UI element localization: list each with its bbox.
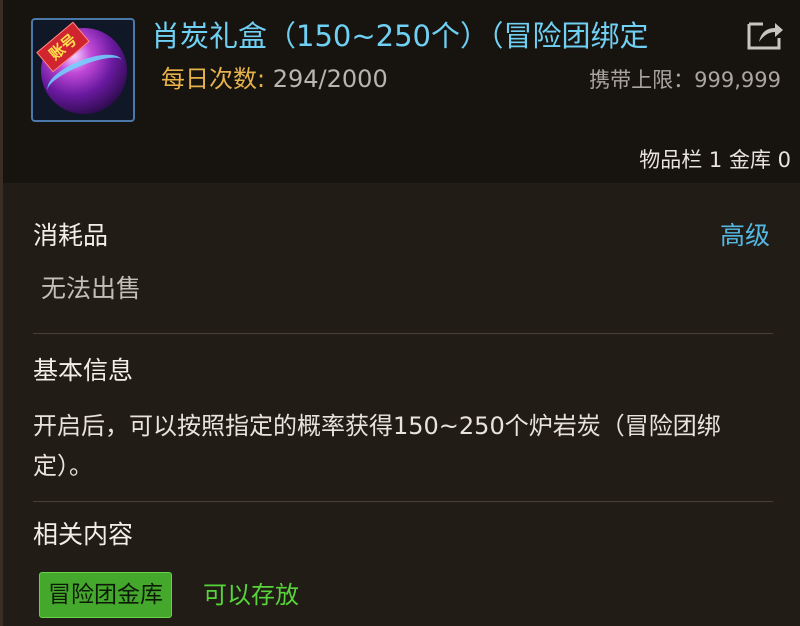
tooltip-header: 账号 肖炭礼盒（150~250个）（冒险团绑定 每日次数: 294/2000 携… bbox=[3, 0, 800, 183]
daily-uses: 每日次数: 294/2000 bbox=[161, 64, 388, 94]
daily-uses-label: 每日次数: bbox=[161, 65, 266, 93]
item-icon-frame[interactable]: 账号 bbox=[31, 18, 135, 122]
basic-info-heading: 基本信息 bbox=[33, 356, 134, 385]
storage-count: 物品栏 1 金库 0 bbox=[639, 148, 791, 172]
item-category: 消耗品 bbox=[33, 221, 109, 250]
sell-status: 无法出售 bbox=[41, 274, 142, 303]
daily-uses-value: 294/2000 bbox=[272, 65, 388, 93]
related-content-heading: 相关内容 bbox=[33, 520, 134, 549]
item-grade: 高级 bbox=[719, 221, 770, 250]
guild-vault-tag[interactable]: 冒险团金库 bbox=[39, 572, 172, 618]
item-description: 开启后，可以按照指定的概率获得150~250个炉岩炭（冒险团绑定）。 bbox=[33, 412, 721, 480]
carry-limit: 携带上限：999,999 bbox=[589, 68, 781, 92]
storable-status: 可以存放 bbox=[203, 581, 299, 609]
item-tooltip: 账号 肖炭礼盒（150~250个）（冒险团绑定 每日次数: 294/2000 携… bbox=[0, 0, 800, 626]
section-divider bbox=[33, 501, 773, 502]
export-arrow-icon[interactable] bbox=[745, 18, 785, 52]
item-title: 肖炭礼盒（150~250个）（冒险团绑定 bbox=[151, 19, 649, 53]
section-divider bbox=[33, 333, 773, 334]
